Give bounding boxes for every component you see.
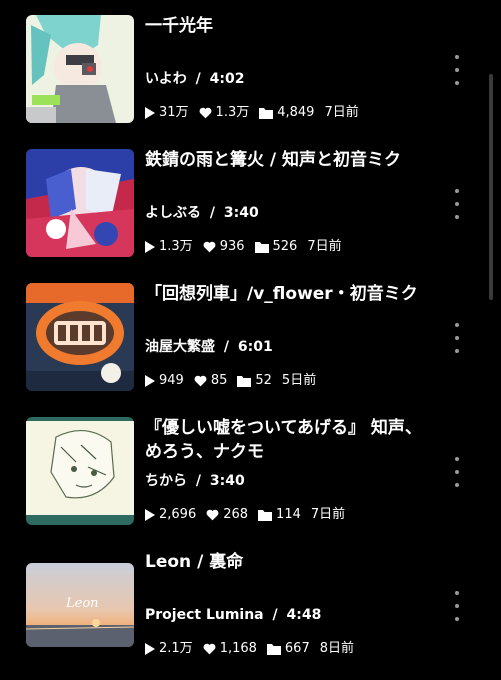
song-title[interactable]: 「回想列車」/v_flower・初音ミク (145, 282, 435, 306)
play-icon (145, 241, 155, 253)
play-icon (145, 107, 155, 119)
play-count: 949 (159, 373, 184, 388)
duration: 4:02 (209, 71, 245, 87)
play-icon (145, 643, 155, 655)
mylist-count: 667 (284, 641, 310, 656)
song-meta: 油屋大繁盛 / 6:01 (145, 338, 273, 356)
duration: 3:40 (209, 473, 245, 489)
heart-icon (206, 509, 219, 521)
song-thumbnail[interactable] (26, 283, 134, 391)
more-vertical-icon[interactable] (450, 591, 464, 621)
song-item[interactable]: 一千光年 いよわ / 4:02 31万 1.3万 4,849 7日前 (0, 0, 501, 134)
meta-separator: / (223, 339, 229, 355)
song-meta: いよわ / 4:02 (145, 70, 244, 88)
play-icon (145, 509, 155, 521)
mylist-count: 114 (276, 507, 301, 522)
song-thumbnail[interactable]: Leon (26, 563, 134, 647)
artist-name[interactable]: いよわ (145, 71, 187, 87)
song-stats: 1.3万 936 526 7日前 (145, 238, 352, 256)
mylist-count: 52 (255, 373, 272, 388)
song-stats: 31万 1.3万 4,849 7日前 (145, 104, 369, 122)
posted-time: 8日前 (319, 641, 355, 656)
more-vertical-icon[interactable] (450, 323, 464, 353)
folder-icon (254, 242, 269, 253)
song-meta: よしぶる / 3:40 (145, 204, 259, 222)
play-count: 1.3万 (159, 239, 193, 254)
song-item[interactable]: 『優しい嘘をついてあげる』 知声、 めろう、ナクモ ちから / 3:40 2,6… (0, 402, 501, 536)
artist-name[interactable]: Project Lumina (145, 607, 264, 623)
more-vertical-icon[interactable] (450, 189, 464, 219)
like-count: 268 (223, 507, 249, 522)
scrollbar[interactable] (489, 74, 493, 300)
more-vertical-icon[interactable] (450, 55, 464, 85)
song-title[interactable]: 『優しい嘘をついてあげる』 知声、 めろう、ナクモ (145, 416, 435, 464)
thumbnail-leon-text: Leon (65, 596, 99, 611)
song-title[interactable]: Leon / 裏命 (145, 550, 435, 574)
meta-separator: / (195, 71, 201, 87)
song-title-line: 『優しい嘘をついてあげる』 知声、 (145, 418, 422, 438)
folder-icon (266, 644, 281, 655)
mylist-count: 4,849 (277, 105, 315, 120)
song-thumbnail[interactable] (26, 417, 134, 525)
play-count: 31万 (159, 105, 189, 120)
like-count: 1,168 (219, 641, 257, 656)
folder-icon (258, 510, 273, 521)
posted-time: 5日前 (281, 373, 317, 388)
song-title[interactable]: 一千光年 (145, 14, 435, 38)
like-count: 936 (219, 239, 245, 254)
heart-icon (203, 643, 216, 655)
song-item[interactable]: 鉄錆の雨と篝火 / 知声と初音ミク よしぶる / 3:40 1.3万 936 5… (0, 134, 501, 268)
duration: 3:40 (223, 205, 259, 221)
song-meta: ちから / 3:40 (145, 472, 245, 490)
song-item[interactable]: Leon Leon / 裏命 Project Lumina / 4:48 2.1… (0, 536, 501, 680)
heart-icon (203, 241, 216, 253)
song-item[interactable]: 「回想列車」/v_flower・初音ミク 油屋大繁盛 / 6:01 949 85… (0, 268, 501, 402)
artist-name[interactable]: 油屋大繁盛 (145, 339, 215, 355)
song-thumbnail[interactable] (26, 15, 134, 123)
posted-time: 7日前 (307, 239, 342, 254)
meta-separator: / (209, 205, 215, 221)
song-meta: Project Lumina / 4:48 (145, 606, 321, 624)
song-stats: 2,696 268 114 7日前 (145, 506, 355, 524)
duration: 6:01 (237, 339, 273, 355)
mylist-count: 526 (272, 239, 298, 254)
play-count: 2,696 (159, 507, 197, 522)
like-count: 85 (210, 373, 228, 388)
posted-time: 7日前 (324, 105, 359, 120)
play-icon (145, 375, 155, 387)
play-count: 2.1万 (159, 641, 193, 656)
like-count: 1.3万 (215, 105, 250, 120)
heart-icon (194, 375, 207, 387)
artist-name[interactable]: よしぶる (145, 205, 201, 221)
heart-icon (199, 107, 211, 119)
meta-separator: / (272, 607, 278, 623)
posted-time: 7日前 (310, 507, 346, 522)
song-stats: 2.1万 1,168 667 8日前 (145, 640, 364, 658)
meta-separator: / (195, 473, 201, 489)
duration: 4:48 (286, 607, 322, 623)
more-vertical-icon[interactable] (450, 457, 464, 487)
folder-icon (259, 108, 274, 119)
artist-name[interactable]: ちから (145, 473, 187, 489)
song-stats: 949 85 52 5日前 (145, 372, 326, 390)
song-title-line: めろう、ナクモ (145, 442, 264, 462)
song-title[interactable]: 鉄錆の雨と篝火 / 知声と初音ミク (145, 148, 435, 172)
song-thumbnail[interactable] (26, 149, 134, 257)
folder-icon (237, 376, 252, 387)
